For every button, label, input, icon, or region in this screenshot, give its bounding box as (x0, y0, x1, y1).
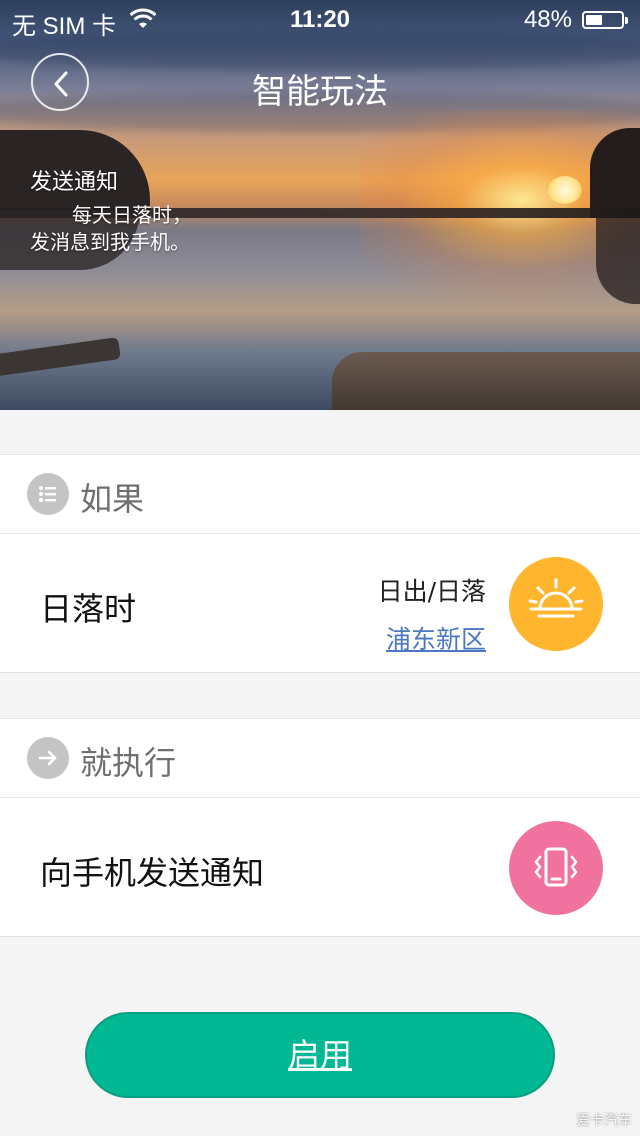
action-title: 向手机发送通知 (40, 854, 265, 892)
enable-button[interactable]: 启用 (85, 1012, 555, 1098)
rock-foreground (332, 352, 640, 410)
battery-fill (586, 15, 603, 25)
condition-type: 日出/日落 (377, 577, 486, 606)
then-section-header: 就执行 (0, 718, 640, 798)
phone-vibrate-icon (509, 821, 603, 915)
battery-tip (625, 17, 628, 24)
condition-title: 日落时 (40, 590, 137, 628)
location-link[interactable]: 浦东新区 (378, 620, 486, 656)
rock-foreground-left (0, 337, 121, 377)
arrow-right-icon (27, 737, 69, 779)
sunset-icon (509, 557, 603, 651)
if-section-header: 如果 (0, 454, 640, 534)
condition-row[interactable]: 日落时 日出/日落 浦东新区 (0, 534, 640, 673)
then-section-label: 就执行 (80, 744, 177, 782)
action-row[interactable]: 向手机发送通知 (0, 798, 640, 937)
battery-icon (582, 11, 628, 29)
hero-description-line: 发消息到我手机。 (30, 230, 190, 254)
list-icon (27, 473, 69, 515)
hero-description-line: 每天日落时， (72, 203, 192, 227)
condition-meta: 日出/日落 浦东新区 (378, 572, 486, 656)
status-bar: 无 SIM 卡 11:20 48% (0, 0, 640, 40)
hero-description: 每天日落时， 发消息到我手机。 (30, 202, 220, 256)
hero-text: 发送通知 每天日落时， 发消息到我手机。 (30, 168, 220, 256)
hero-subtitle: 发送通知 (30, 170, 119, 195)
battery-percent: 48% (523, 6, 572, 33)
watermark: 爱卡汽车 (576, 1113, 632, 1129)
sun-image (548, 176, 582, 204)
page-title: 智能玩法 (252, 72, 388, 112)
if-section-label: 如果 (80, 480, 145, 518)
